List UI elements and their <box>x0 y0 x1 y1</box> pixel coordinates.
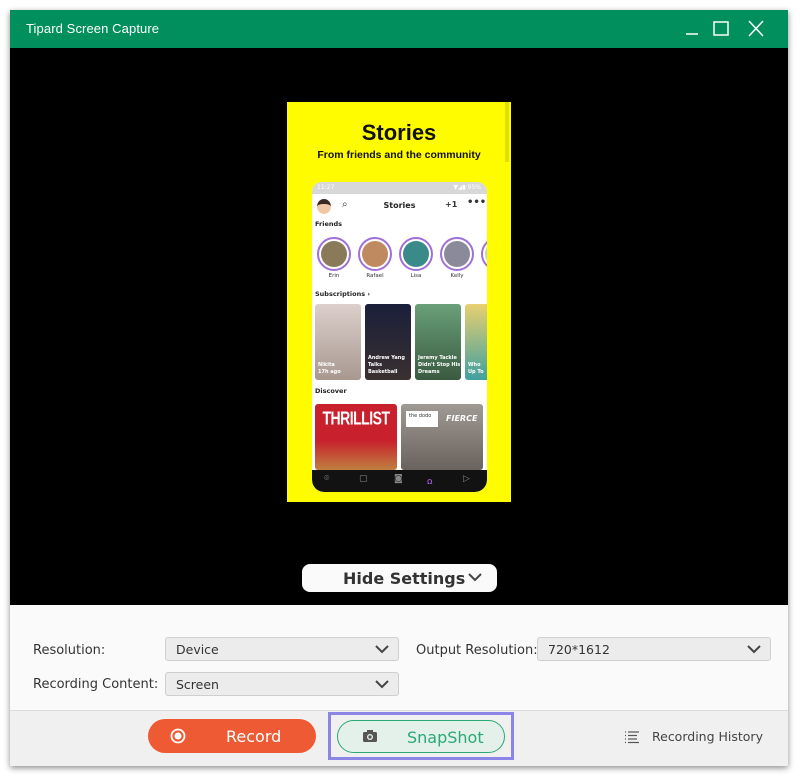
recording-history-label: Recording History <box>652 729 763 744</box>
device-screen-preview: Stories From friends and the community 1… <box>287 102 511 502</box>
status-time: 11:27 <box>317 184 335 191</box>
capture-preview: Stories From friends and the community 1… <box>10 48 788 605</box>
discover-card: the dodo FIERCE <box>401 404 483 470</box>
record-icon <box>170 728 186 744</box>
friend-name: Rafael <box>366 273 384 279</box>
camera-icon: ◙ <box>394 474 403 484</box>
hide-settings-label: Hide Settings <box>343 569 466 588</box>
subscription-card: Andrew Yang Talks Basketball <box>365 304 411 380</box>
record-button[interactable]: Record <box>148 719 316 753</box>
minimize-icon <box>686 33 698 35</box>
snapshot-label: SnapShot <box>407 728 484 747</box>
output-resolution-select[interactable]: 720*1612 <box>537 637 771 661</box>
add-friend-icon: +1 <box>445 200 458 209</box>
play-icon: ▷ <box>463 474 470 484</box>
friend-story: Erin <box>317 237 351 279</box>
subscription-title: Jeremy Tackle <box>418 355 457 361</box>
recording-content-select[interactable]: Screen <box>165 672 399 696</box>
friend-avatar <box>403 241 429 267</box>
friend-avatar <box>485 241 487 267</box>
resolution-value: Device <box>176 642 219 657</box>
friend-story: Kelly <box>440 237 474 279</box>
friend-name: Ph <box>481 273 487 279</box>
output-resolution-label: Output Resolution: <box>416 643 538 658</box>
chevron-down-icon <box>468 573 482 582</box>
app-mockup: 11:27 ▼◢▮ 95% ⌕ Stories +1 ••• Friends E… <box>312 182 487 492</box>
friend-story: Lisa <box>399 237 433 279</box>
app-header-title: Stories <box>383 201 416 210</box>
discover-tagline: FIERCE <box>446 414 478 423</box>
discover-title: THRILLIST <box>322 407 390 429</box>
discover-section-label: Discover <box>315 387 347 395</box>
action-bar: Record SnapShot Recording History <box>10 711 788 766</box>
app-header: ⌕ Stories +1 ••• <box>312 196 487 216</box>
friend-name: Erin <box>328 273 340 279</box>
list-icon <box>625 731 639 744</box>
resolution-label: Resolution: <box>33 643 106 658</box>
friend-name: Kelly <box>450 273 464 279</box>
friends-section-label: Friends <box>315 220 343 228</box>
chevron-down-icon <box>375 645 389 654</box>
camera-icon <box>363 730 377 742</box>
subscription-title: Andrew Yang <box>368 355 405 361</box>
more-icon: ••• <box>467 197 487 208</box>
maximize-icon <box>713 21 729 36</box>
friends-icon: ꭥ <box>427 477 433 487</box>
friend-avatar <box>362 241 388 267</box>
discover-card: THRILLIST <box>315 404 397 470</box>
close-icon <box>748 20 764 37</box>
minimize-button[interactable] <box>679 17 705 41</box>
map-icon: ⌾ <box>324 474 330 484</box>
settings-panel: Resolution: Device Output Resolution: 72… <box>10 605 788 711</box>
chevron-down-icon <box>375 680 389 689</box>
subscriptions-section-label: Subscriptions › <box>315 290 371 298</box>
subscription-title: Nikita <box>318 362 335 368</box>
subscription-meta: Dreams <box>418 369 440 375</box>
window-title: Tipard Screen Capture <box>26 21 160 36</box>
subscription-meta: Up To <box>468 369 484 375</box>
recording-content-value: Screen <box>176 677 219 692</box>
chat-icon: ▢ <box>359 474 368 484</box>
output-resolution-value: 720*1612 <box>548 642 610 657</box>
screen-title: Stories <box>361 120 437 145</box>
hide-settings-button[interactable]: Hide Settings <box>302 564 497 592</box>
subscription-meta: Didn't Stop His <box>418 362 461 368</box>
status-bar: 11:27 ▼◢▮ 95% <box>312 182 487 194</box>
title-bar: Tipard Screen Capture <box>10 10 788 48</box>
record-label: Record <box>226 727 282 746</box>
close-button[interactable] <box>743 17 769 41</box>
status-indicators: ▼◢▮ 95% <box>453 184 481 191</box>
maximize-button[interactable] <box>708 17 734 41</box>
screen-subtitle: From friends and the community <box>317 149 481 161</box>
friend-story: Ph <box>481 237 487 279</box>
recording-content-label: Recording Content: <box>33 677 159 692</box>
chevron-down-icon <box>747 645 761 654</box>
subscription-card: Nikita 17h ago <box>315 304 361 380</box>
discover-badge: the dodo <box>406 411 438 427</box>
friend-avatar <box>444 241 470 267</box>
subscription-meta: Talks Basketball <box>368 362 398 375</box>
snapshot-button[interactable]: SnapShot <box>337 720 505 753</box>
friend-story: Rafael <box>358 237 392 279</box>
app-window: Tipard Screen Capture Stories From frien… <box>10 10 788 766</box>
resolution-select[interactable]: Device <box>165 637 399 661</box>
subscription-title: Who <box>468 362 481 368</box>
friend-avatar <box>321 241 347 267</box>
subscription-card: Who Up To <box>465 304 487 380</box>
app-bottom-nav: ⌾ ▢ ◙ ꭥ ▷ <box>312 470 487 492</box>
subscription-card: Jeremy Tackle Didn't Stop His Dreams <box>415 304 461 380</box>
subscription-meta: 17h ago <box>318 369 341 375</box>
friend-name: Lisa <box>410 273 422 279</box>
